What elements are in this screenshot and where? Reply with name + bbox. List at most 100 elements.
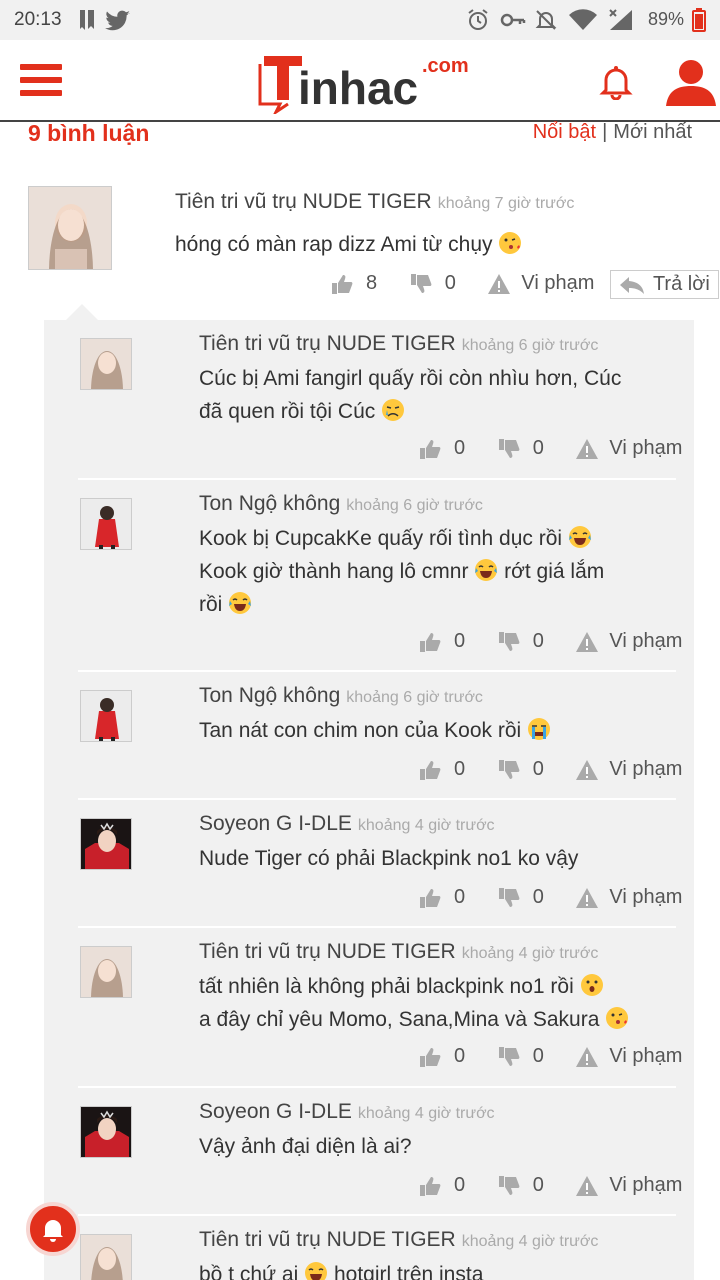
comment-time: khoảng 4 giờ trước [357, 1105, 495, 1122]
notifications-off-icon [535, 10, 557, 30]
comment-actions: 0 0 Vi phạm [410, 758, 682, 790]
status-time: 20:13 [14, 9, 62, 30]
like-button[interactable]: 0 [418, 886, 483, 909]
reply-button[interactable]: Trả lời [609, 270, 719, 299]
comment-text: Cúc bị Ami fangirl quấy rồi còn nhìu hơn… [199, 367, 622, 423]
laughing-tears-emoji [474, 558, 498, 582]
comment-author[interactable]: Soyeon G I-DLE khoảng 4 giờ trước [199, 1100, 495, 1124]
comment-author[interactable]: Ton Ngộ không khoảng 6 giờ trước [199, 684, 483, 708]
comment-actions: 0 0 Vi phạm [410, 437, 682, 469]
signal-icon [609, 9, 632, 30]
avatar[interactable] [80, 946, 132, 998]
laughing-tears-emoji [304, 1261, 328, 1280]
laughing-tears-emoji [568, 525, 592, 549]
report-button[interactable]: Vi phạm [575, 437, 682, 460]
avatar[interactable] [28, 186, 112, 270]
laughing-tears-emoji [228, 591, 252, 615]
comment-author[interactable]: Tiên tri vũ trụ NUDE TIGER khoảng 4 giờ t… [199, 1228, 598, 1252]
avatar[interactable] [80, 498, 132, 550]
logo-domain: .com [422, 55, 468, 77]
twitter-icon [105, 10, 130, 31]
warning-icon [488, 273, 511, 294]
warning-icon [576, 631, 599, 652]
sort-options: Nổi bật | Mới nhất [532, 121, 692, 143]
comment-time: khoảng 4 giờ trước [461, 1233, 599, 1250]
site-header: inhac .com [0, 40, 720, 122]
avatar[interactable] [80, 690, 132, 742]
dislike-button[interactable]: 0 [497, 630, 562, 653]
comment-time: khoảng 4 giờ trước [461, 945, 599, 962]
comment-text: tất nhiên là không phải blackpink no1 rồ… [199, 970, 629, 1036]
like-button[interactable]: 0 [418, 630, 483, 653]
comment-actions: 8 0 Vi phạm Trả lời [322, 270, 719, 302]
thumbs-down-icon [498, 1175, 520, 1195]
comment-actions: 0 0 Vi phạm [410, 1174, 682, 1206]
alarm-icon [468, 9, 488, 30]
avatar[interactable] [80, 1106, 132, 1158]
like-button[interactable]: 8 [330, 272, 395, 295]
report-button[interactable]: Vi phạm [487, 272, 594, 295]
kissing-face-emoji [498, 231, 522, 255]
dislike-button[interactable]: 0 [497, 437, 562, 460]
dislike-button[interactable]: 0 [497, 1174, 562, 1197]
like-button[interactable]: 0 [418, 1045, 483, 1068]
comment-count: 9 bình luận [28, 120, 150, 146]
report-button[interactable]: Vi phạm [575, 1174, 682, 1197]
notification-bell-button[interactable] [26, 1202, 80, 1256]
comment-text: hóng có màn rap dizz Ami từ chụy [175, 228, 522, 261]
comment-author[interactable]: Tiên tri vũ trụ NUDE TIGER khoảng 7 giờ t… [175, 190, 574, 214]
user-icon[interactable] [664, 58, 718, 108]
thumbs-up-icon [420, 760, 441, 780]
comment-time: khoảng 6 giờ trước [346, 689, 483, 706]
dislike-button[interactable]: 0 [409, 272, 474, 295]
thumbs-down-icon [498, 631, 520, 651]
comment-author[interactable]: Ton Ngộ không khoảng 6 giờ trước [199, 492, 483, 516]
comment-author[interactable]: Tiên tri vũ trụ NUDE TIGER khoảng 4 giờ t… [199, 940, 598, 964]
reply-item: Ton Ngộ không khoảng 6 giờ trước Kook bị … [44, 480, 694, 672]
comment-author[interactable]: Tiên tri vũ trụ NUDE TIGER khoảng 6 giờ t… [199, 332, 598, 356]
like-button[interactable]: 0 [418, 758, 483, 781]
report-button[interactable]: Vi phạm [575, 758, 682, 781]
dislike-button[interactable]: 0 [497, 758, 562, 781]
dislike-button[interactable]: 0 [497, 1045, 562, 1068]
surprised-face-emoji [580, 973, 604, 997]
battery-percent: 89% [648, 9, 685, 29]
thumbs-up-icon [420, 888, 441, 908]
menu-icon[interactable] [20, 64, 62, 102]
warning-icon [576, 1175, 599, 1196]
comment-actions: 0 0 Vi phạm [410, 630, 682, 662]
bell-icon[interactable] [598, 64, 634, 100]
comment-text: Nude Tiger có phải Blackpink no1 ko vậy [199, 847, 579, 870]
loudly-crying-emoji [527, 717, 551, 741]
report-button[interactable]: Vi phạm [575, 1045, 682, 1068]
thumbs-up-icon [332, 274, 353, 294]
reply-item: Soyeon G I-DLE khoảng 4 giờ trước Vậy ảnh… [44, 1088, 694, 1216]
like-button[interactable]: 0 [418, 1174, 483, 1197]
thumbs-up-icon [420, 439, 441, 459]
thumbs-down-icon [410, 273, 432, 293]
comment-author[interactable]: Soyeon G I-DLE khoảng 4 giờ trước [199, 812, 495, 836]
comment-actions: 0 0 Vi phạm [410, 1045, 682, 1077]
avatar[interactable] [80, 818, 132, 870]
bell-icon [43, 1220, 63, 1242]
comment-time: khoảng 6 giờ trước [346, 497, 483, 514]
comment-text: Tan nát con chim non của Kook rồi [199, 714, 551, 747]
kissing-face-emoji [605, 1006, 629, 1030]
sort-featured-link[interactable]: Nổi bật [533, 121, 596, 143]
replies-panel: Tiên tri vũ trụ NUDE TIGER khoảng 6 giờ t… [44, 320, 694, 1280]
report-button[interactable]: Vi phạm [575, 886, 682, 909]
thumbs-down-icon [498, 759, 520, 779]
sort-newest-link[interactable]: Mới nhất [613, 121, 692, 143]
logo-text: inhac [298, 62, 418, 114]
site-logo[interactable]: inhac .com [258, 50, 469, 117]
report-button[interactable]: Vi phạm [575, 630, 682, 653]
bookmark-app-icon [80, 10, 94, 30]
dislike-button[interactable]: 0 [497, 886, 562, 909]
thumbs-up-icon [420, 632, 441, 652]
reply-item: Tiên tri vũ trụ NUDE TIGER khoảng 4 giờ t… [44, 928, 694, 1088]
warning-icon [576, 1046, 599, 1067]
avatar[interactable] [80, 338, 132, 390]
avatar[interactable] [80, 1234, 132, 1280]
like-button[interactable]: 0 [418, 437, 483, 460]
reply-icon [619, 276, 644, 294]
